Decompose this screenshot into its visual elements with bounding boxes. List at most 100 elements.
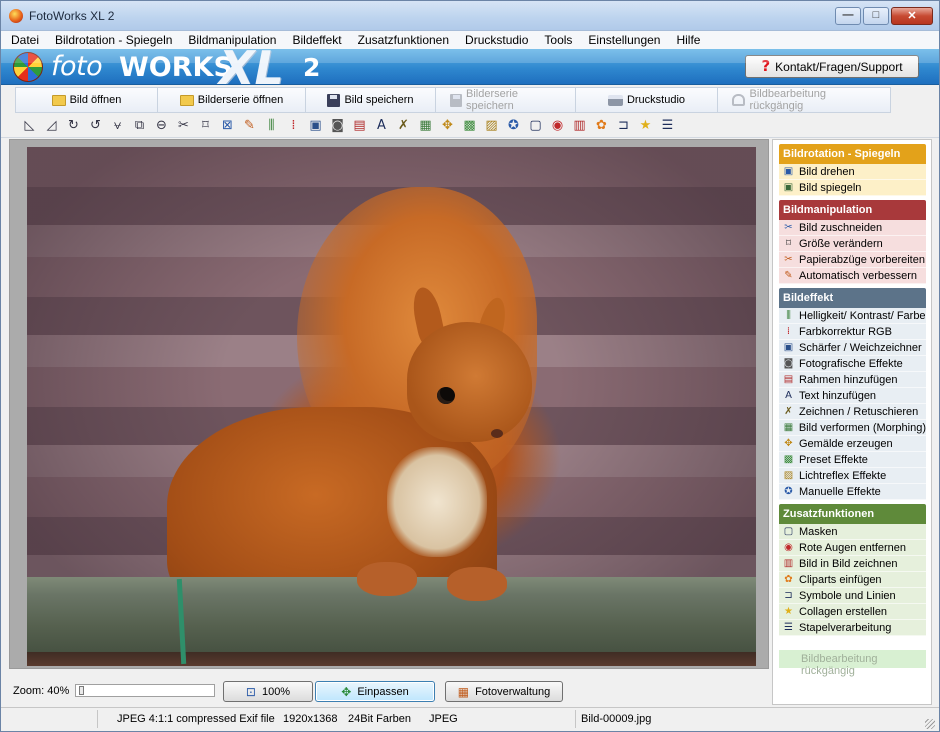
rotate-right-icon[interactable]: ◿: [43, 117, 60, 133]
red-eye-icon[interactable]: ◉: [549, 117, 566, 133]
save-series-button[interactable]: Bilderserie speichern: [436, 88, 576, 112]
panel-item[interactable]: ▤ Rahmen hinzufügen: [779, 372, 926, 388]
morph-icon[interactable]: ▦: [417, 117, 434, 133]
zoom-100-label: 100%: [261, 685, 291, 698]
panel-item[interactable]: ◙ Fotografische Effekte: [779, 356, 926, 372]
panel-item[interactable]: ✂ Papierabzüge vorbereiten: [779, 252, 926, 268]
zoom-slider[interactable]: [75, 684, 215, 697]
menu-druckstudio[interactable]: Druckstudio: [457, 31, 536, 49]
mirror-icon[interactable]: ⩝: [109, 117, 126, 133]
crop-icon: ✂: [784, 221, 793, 233]
crop-icon[interactable]: ⌑: [197, 117, 214, 133]
menu-tools[interactable]: Tools: [536, 31, 580, 49]
open-series-button[interactable]: Bilderserie öffnen: [158, 88, 306, 112]
panel-item-label: Text hinzufügen: [799, 389, 877, 402]
menu-einstellungen[interactable]: Einstellungen: [580, 31, 668, 49]
contact-support-button[interactable]: ? Kontakt/Fragen/Support: [745, 55, 919, 78]
resize-icon[interactable]: ⊠: [219, 117, 236, 133]
text-icon[interactable]: A: [373, 117, 390, 133]
photo-preview[interactable]: [27, 147, 756, 666]
brightness-icon[interactable]: ⫼: [263, 117, 280, 133]
panel-item[interactable]: ◉ Rote Augen entfernen: [779, 540, 926, 556]
panel-item[interactable]: ▣ Bild spiegeln: [779, 180, 926, 196]
print-studio-button[interactable]: Druckstudio: [576, 88, 718, 112]
cut-icon[interactable]: ✂: [175, 117, 192, 133]
color-rgb-icon: ⁞: [786, 325, 791, 337]
collage-icon[interactable]: ★: [637, 117, 654, 133]
image-canvas[interactable]: [9, 139, 769, 669]
symbol-icon[interactable]: ⊐: [615, 117, 632, 133]
panel-item[interactable]: ✂ Bild zuschneiden: [779, 220, 926, 236]
panel-item[interactable]: ★ Collagen erstellen: [779, 604, 926, 620]
panel-item[interactable]: ✥ Gemälde erzeugen: [779, 436, 926, 452]
panel-item[interactable]: ☰ Stapelverarbeitung: [779, 620, 926, 636]
panel-item[interactable]: ✿ Cliparts einfügen: [779, 572, 926, 588]
rotate-ccw-icon[interactable]: ↺: [87, 117, 104, 133]
paper-icon[interactable]: ✎: [241, 117, 258, 133]
menu-datei[interactable]: Datei: [5, 31, 47, 49]
flip-icon[interactable]: ⧉: [131, 117, 148, 133]
menu-bildrotation[interactable]: Bildrotation - Spiegeln: [47, 31, 180, 49]
undo-button[interactable]: Bildbearbeitung rückgängig: [718, 88, 890, 112]
save-image-button[interactable]: Bild speichern: [306, 88, 436, 112]
header-banner: foto WORKS XL 2 ? Kontakt/Fragen/Support: [1, 49, 939, 85]
panel-item[interactable]: ⫼ Helligkeit/ Kontrast/ Farbe: [779, 308, 926, 324]
maximize-button[interactable]: □: [863, 7, 889, 25]
photo-manager-button[interactable]: ▦ Fotoverwaltung: [445, 681, 563, 702]
sharpen-icon[interactable]: ▣: [307, 117, 324, 133]
panel-section-title[interactable]: Bildrotation - Spiegeln: [779, 144, 926, 164]
menu-bildmanipulation[interactable]: Bildmanipulation: [180, 31, 284, 49]
preset-icon[interactable]: ▩: [461, 117, 478, 133]
panel-item-label: Collagen erstellen: [799, 605, 888, 618]
panel-item[interactable]: ▦ Bild verformen (Morphing): [779, 420, 926, 436]
menu-zusatzfunktionen[interactable]: Zusatzfunktionen: [350, 31, 457, 49]
panel-item[interactable]: ▣ Bild drehen: [779, 164, 926, 180]
draw-icon[interactable]: ✗: [395, 117, 412, 133]
menu-bildeffekt[interactable]: Bildeffekt: [284, 31, 349, 49]
rotate-cw-icon[interactable]: ↻: [65, 117, 82, 133]
rotate-icon: ▣: [783, 165, 794, 177]
frame-icon: ▤: [783, 373, 794, 385]
color-rgb-icon[interactable]: ⁞: [285, 117, 302, 133]
frame-icon[interactable]: ▤: [351, 117, 368, 133]
clipart-icon[interactable]: ✿: [593, 117, 610, 133]
open-image-button[interactable]: Bild öffnen: [16, 88, 158, 112]
manual-effect-icon[interactable]: ✪: [505, 117, 522, 133]
rotate-left-icon[interactable]: ◺: [21, 117, 38, 133]
perspective-icon[interactable]: ⊖: [153, 117, 170, 133]
lightflex-icon[interactable]: ▨: [483, 117, 500, 133]
menu-hilfe[interactable]: Hilfe: [668, 31, 708, 49]
batch-icon[interactable]: ☰: [659, 117, 676, 133]
fit-window-button[interactable]: ✥ Einpassen: [315, 681, 435, 702]
panel-item[interactable]: ⌑ Größe verändern: [779, 236, 926, 252]
title-bar[interactable]: FotoWorks XL 2 — □ ✕: [1, 1, 939, 31]
close-button[interactable]: ✕: [891, 7, 933, 25]
minimize-button[interactable]: —: [835, 7, 861, 25]
panel-item[interactable]: ▢ Masken: [779, 524, 926, 540]
panel-item[interactable]: ▥ Bild in Bild zeichnen: [779, 556, 926, 572]
panel-item[interactable]: ✪ Manuelle Effekte: [779, 484, 926, 500]
panel-item[interactable]: ▨ Lichtreflex Effekte: [779, 468, 926, 484]
zoom-bar: Zoom: 40% ⊡ 100% ✥ Einpassen ▦ Fotoverwa…: [9, 677, 769, 705]
panel-item-label: Rahmen hinzufügen: [799, 373, 898, 386]
panel-item[interactable]: ⁞ Farbkorrektur RGB: [779, 324, 926, 340]
zoom-slider-thumb[interactable]: [79, 686, 84, 695]
panel-undo-button[interactable]: Bildbearbeitung rückgängig: [779, 650, 926, 677]
mask-icon[interactable]: ▢: [527, 117, 544, 133]
panel-section-items: ⫼ Helligkeit/ Kontrast/ Farbe ⁞ Farbkorrekt…: [779, 308, 926, 500]
panel-item[interactable]: ⊐ Symbole und Linien: [779, 588, 926, 604]
panel-item[interactable]: ✗ Zeichnen / Retuschieren: [779, 404, 926, 420]
panel-item[interactable]: ▩ Preset Effekte: [779, 452, 926, 468]
resize-grip[interactable]: [925, 719, 935, 729]
panel-section-title[interactable]: Bildmanipulation: [779, 200, 926, 220]
photo-effect-icon[interactable]: ◙: [329, 117, 346, 133]
panel-item[interactable]: A Text hinzufügen: [779, 388, 926, 404]
panel-item[interactable]: ✎ Automatisch verbessern: [779, 268, 926, 284]
paint-icon[interactable]: ✥: [439, 117, 456, 133]
zoom-100-button[interactable]: ⊡ 100%: [223, 681, 313, 702]
panel-item-label: Bild in Bild zeichnen: [799, 557, 898, 570]
panel-section-title[interactable]: Bildeffekt: [779, 288, 926, 308]
panel-section-title[interactable]: Zusatzfunktionen: [779, 504, 926, 524]
panel-item[interactable]: ▣ Schärfer / Weichzeichner: [779, 340, 926, 356]
pip-icon[interactable]: ▥: [571, 117, 588, 133]
